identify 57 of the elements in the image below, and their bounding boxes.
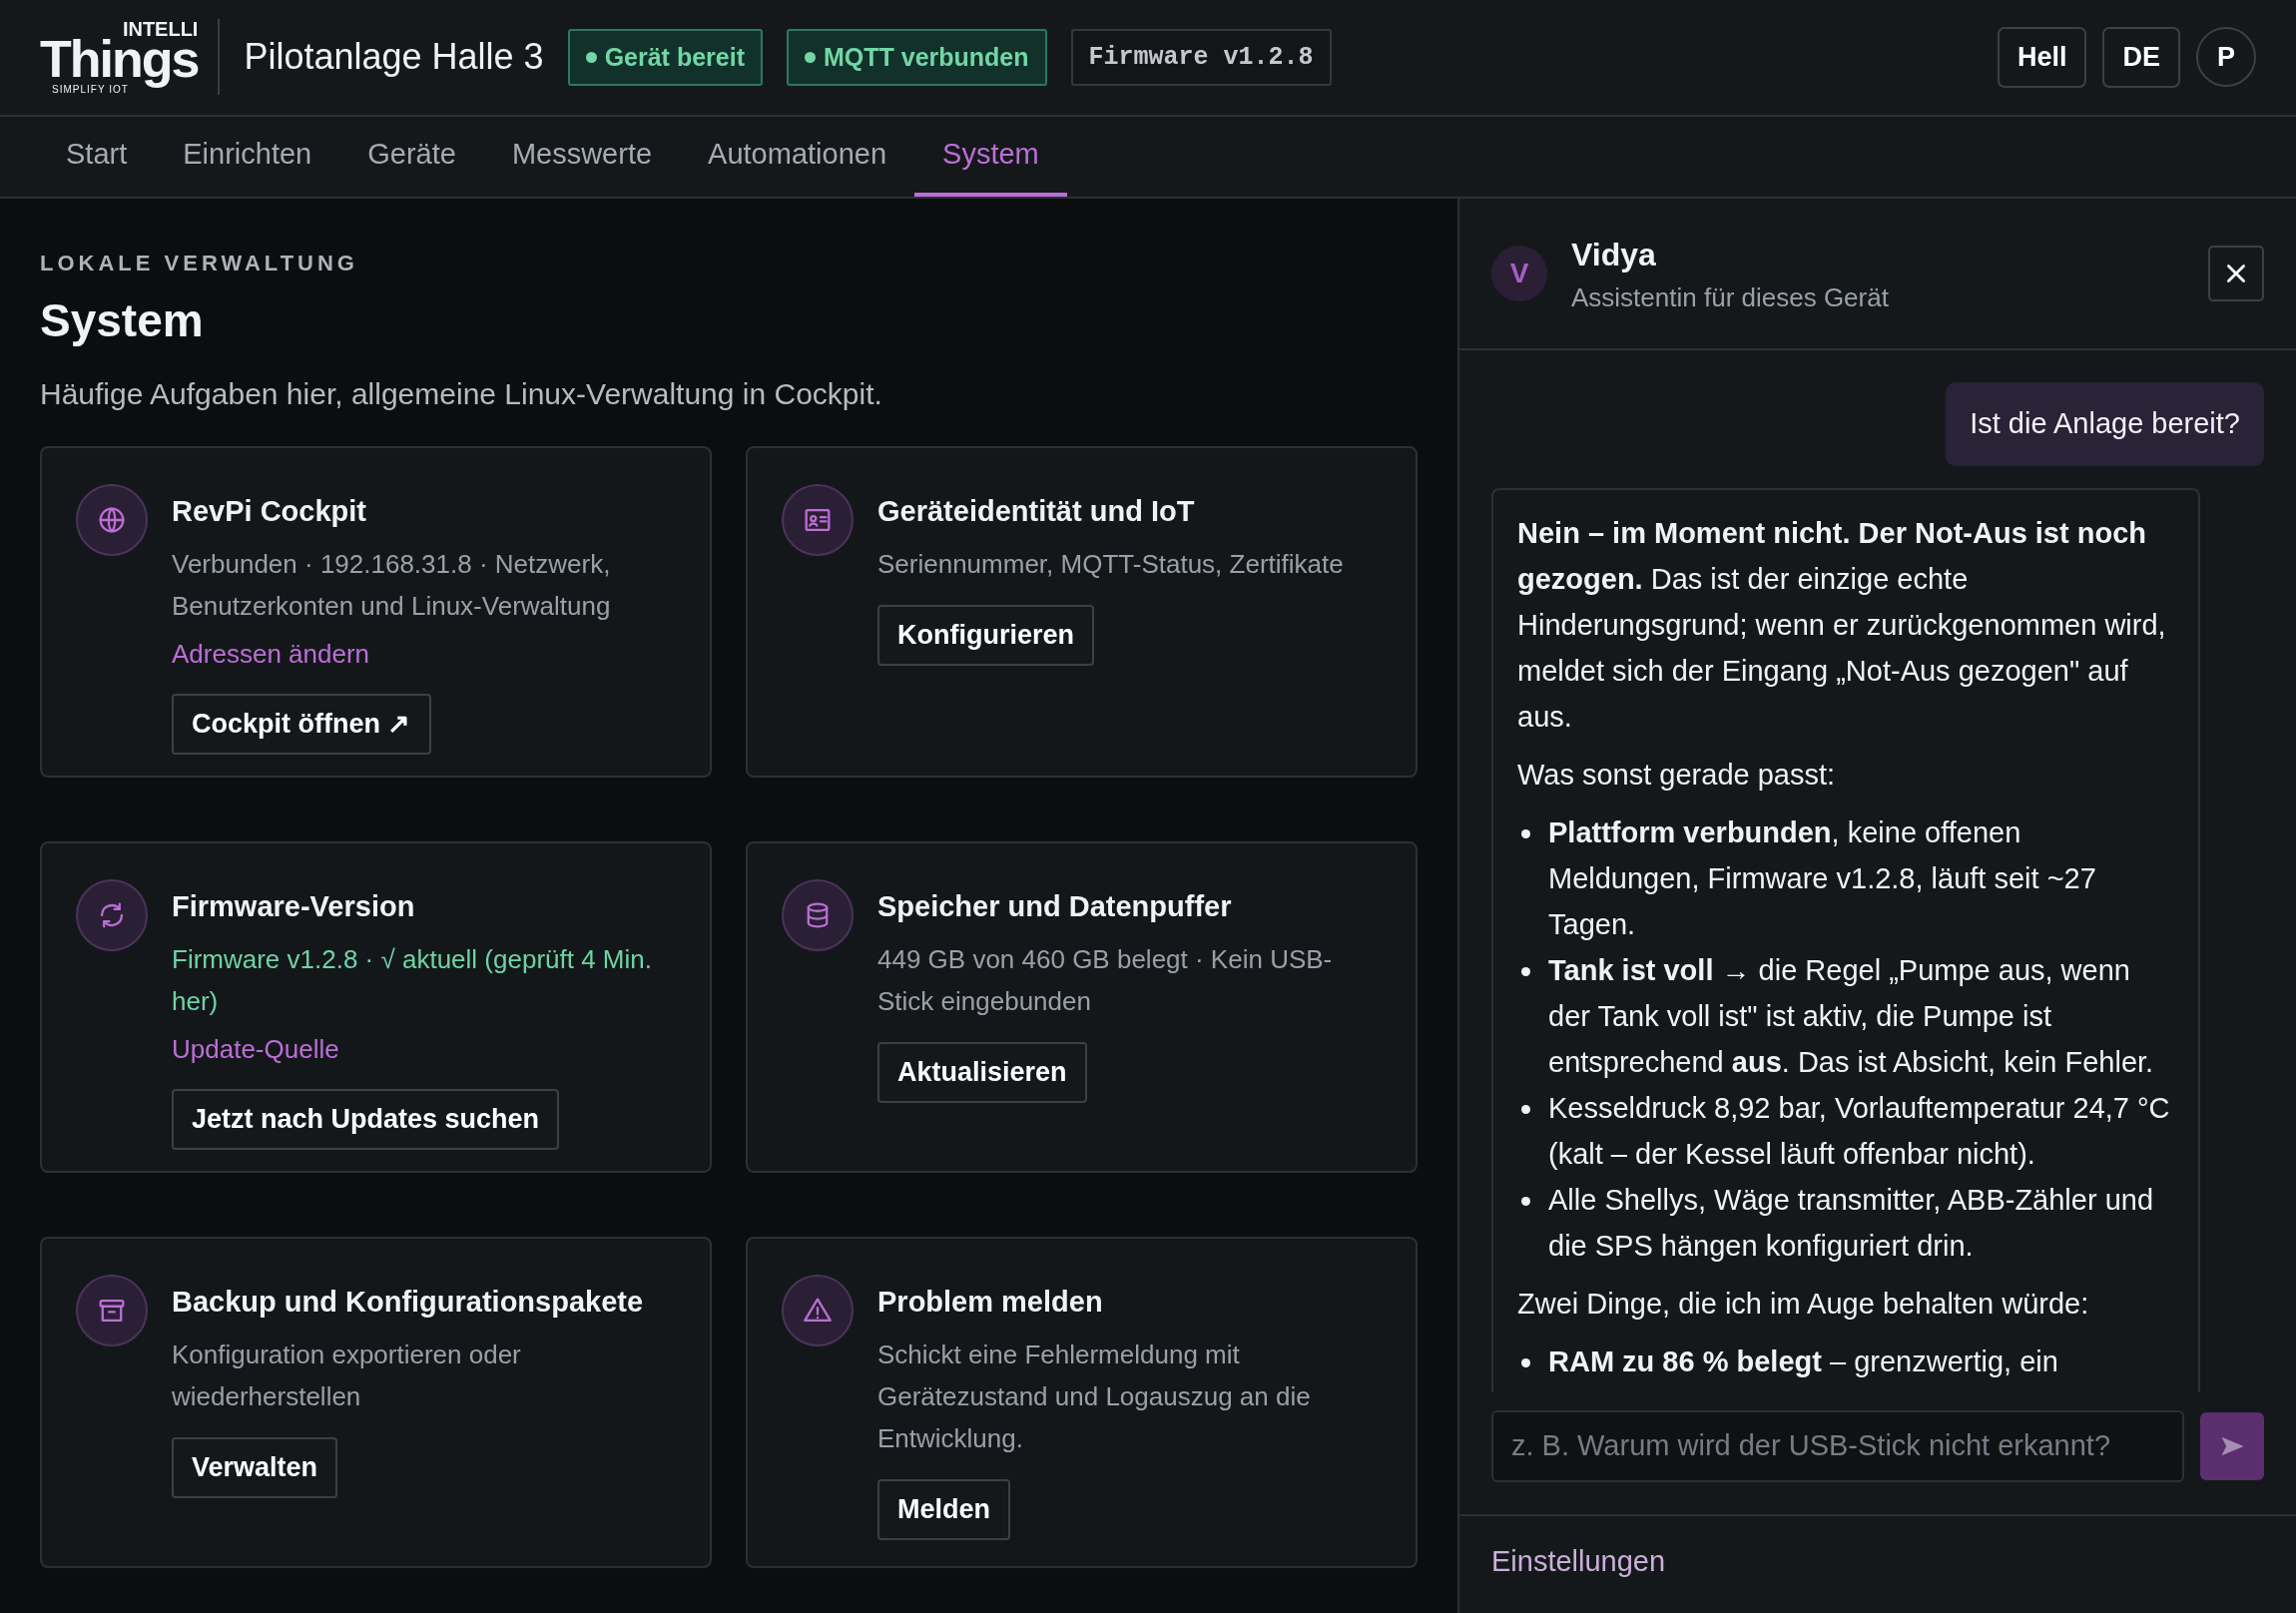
message-text: Nein – im Moment nicht. Der Not-Aus ist noch gezogen. Das ist der einzige echte Hinderungsgrund; wenn er zurückgenommen wird, meldet sich der Eingang „Not-Aus gezogen" auf aus.	[1517, 515, 2167, 735]
card-description: Verbunden · 192.168.31.8 · Netzwerk, Benutzerkonten und Linux-Verwaltung	[172, 548, 612, 624]
nav-tab[interactable]: Geräte	[339, 116, 484, 198]
card-button[interactable]: Cockpit öffnen ↗	[172, 694, 431, 755]
header-button[interactable]: Hell	[1997, 27, 2087, 88]
card-description: Konfiguration exportieren oder wiederherstellen	[172, 1339, 522, 1414]
settings-link[interactable]: Einstellungen	[1491, 1544, 1666, 1577]
page-subtitle: Häufige Aufgaben hier, allgemeine Linux-Verwaltung in Cockpit.	[40, 375, 883, 412]
list-item: Kesseldruck 8,92 bar, Vorlauftemperatur 24,7 °C (kalt – der Kessel läuft offenbar nicht).	[1548, 1090, 2171, 1172]
close-button[interactable]	[2208, 246, 2264, 302]
card-button[interactable]: Aktualisieren	[877, 1042, 1087, 1103]
card-description: Firmware v1.2.8 · √ aktuell (geprüft 4 Min. her)	[172, 943, 653, 1019]
card-title: Firmware-Version	[172, 888, 415, 924]
card-title: RevPi Cockpit	[172, 493, 366, 529]
send-button[interactable]	[2200, 1411, 2264, 1480]
card-title: Geräteidentität und IoT	[877, 493, 1195, 529]
header-button[interactable]: DE	[2102, 27, 2180, 88]
card-button[interactable]: Verwalten	[172, 1437, 338, 1498]
nav-tab[interactable]: System	[914, 116, 1067, 198]
page-title: System	[40, 293, 205, 349]
status-badge: Firmware v1.2.8	[1070, 28, 1332, 87]
user-avatar[interactable]: P	[2196, 27, 2256, 88]
section-label: LOKALE VERWALTUNG	[40, 250, 359, 278]
bullet-icon	[1521, 828, 1530, 838]
assistant-avatar: V	[1491, 246, 1547, 302]
nav-tab[interactable]: Messwerte	[483, 116, 681, 198]
assistant-subtitle: Assistentin für dieses Gerät	[1571, 280, 1889, 314]
card-description: 449 GB von 460 GB belegt · Kein USB-Stick eingebunden	[877, 943, 1334, 1019]
bullet-icon	[1521, 1357, 1530, 1367]
bullet-icon	[1521, 1196, 1530, 1206]
list-item: Alle Shellys, Wäge transmitter, ABB-Zähler und die SPS hängen konfiguriert drin.	[1548, 1182, 2155, 1264]
nav-tab[interactable]: Start	[38, 116, 156, 198]
bullet-icon	[1521, 1104, 1530, 1114]
status-badge: MQTT verbunden	[786, 28, 1047, 87]
assistant-name: Vidya	[1571, 235, 1657, 274]
list-item: Tank ist voll → die Regel „Pumpe aus, wenn der Tank voll ist" ist aktiv, die Pumpe ist entsprechend aus. Das ist Absicht, kein Fehler.	[1548, 952, 2155, 1080]
chat-input[interactable]: z. B. Warum wird der USB-Stick nicht erkannt?	[1491, 1410, 2184, 1482]
card-link[interactable]: Adressen ändern	[172, 635, 370, 675]
status-badge: Gerät bereit	[567, 28, 763, 87]
message-text: Was sonst gerade passt:	[1517, 757, 1837, 793]
card-link[interactable]: Update-Quelle	[172, 1030, 339, 1070]
user-message: Ist die Anlage bereit?	[1946, 382, 2264, 466]
card-description: Seriennummer, MQTT-Status, Zertifikate	[877, 548, 1344, 582]
site-name: Pilotanlage Halle 3	[244, 35, 544, 80]
card-button[interactable]: Melden	[877, 1479, 1010, 1540]
card-button[interactable]: Konfigurieren	[877, 605, 1094, 666]
card-button[interactable]: Jetzt nach Updates suchen	[172, 1089, 560, 1150]
bullet-icon	[1521, 966, 1530, 976]
nav-tab[interactable]: Einrichten	[155, 116, 340, 198]
nav-tab[interactable]: Automationen	[680, 116, 915, 198]
list-item: Plattform verbunden, keine offenen Meldungen, Firmware v1.2.8, läuft seit ~27 Tagen.	[1548, 814, 2097, 942]
card-description: Schickt eine Fehlermeldung mit Gerätezustand und Logauszug an die Entwicklung.	[877, 1339, 1312, 1456]
card-title: Speicher und Datenpuffer	[877, 888, 1232, 924]
card-title: Problem melden	[877, 1284, 1103, 1320]
list-item: RAM zu 86 % belegt – grenzwertig, ein	[1548, 1344, 2058, 1379]
message-text: Zwei Dinge, die ich im Auge behalten würde:	[1517, 1286, 2090, 1322]
card-title: Backup und Konfigurationspakete	[172, 1284, 644, 1320]
